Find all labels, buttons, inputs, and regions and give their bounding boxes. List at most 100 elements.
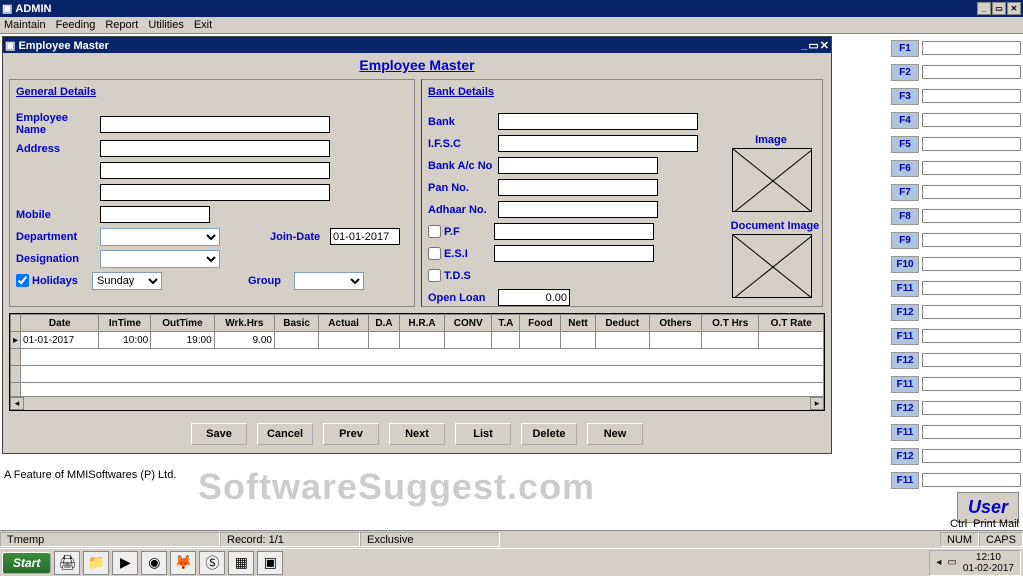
join-date-input[interactable]	[330, 228, 400, 245]
fkey-row[interactable]: F11	[891, 325, 1021, 347]
next-button[interactable]: Next	[389, 423, 445, 445]
grid-header[interactable]: Wrk.Hrs	[214, 315, 274, 332]
grid-cell[interactable]	[520, 332, 561, 349]
fkey-row[interactable]: F11	[891, 373, 1021, 395]
grid-cell[interactable]	[368, 332, 399, 349]
save-button[interactable]: Save	[191, 423, 247, 445]
fkey-row[interactable]: F1	[891, 37, 1021, 59]
grid-header[interactable]: Date	[21, 315, 99, 332]
fkey-row[interactable]: F12	[891, 397, 1021, 419]
prev-button[interactable]: Prev	[323, 423, 379, 445]
pf-checkbox[interactable]	[428, 225, 441, 238]
list-button[interactable]: List	[455, 423, 511, 445]
taskbar-icon-skype[interactable]: Ⓢ	[199, 551, 225, 575]
grid-header[interactable]: H.R.A	[399, 315, 444, 332]
grid-cell[interactable]	[319, 332, 369, 349]
fkey-row[interactable]: F8	[891, 205, 1021, 227]
grid-cell[interactable]	[561, 332, 595, 349]
designation-select[interactable]	[100, 250, 220, 268]
grid-cell[interactable]	[595, 332, 649, 349]
fkey-row[interactable]: F4	[891, 109, 1021, 131]
scroll-left-icon[interactable]: ◂	[10, 397, 24, 410]
taskbar-icon-terminal[interactable]: ▶	[112, 551, 138, 575]
bank-ac-input[interactable]	[498, 157, 658, 174]
pan-input[interactable]	[498, 179, 658, 196]
grid-scrollbar[interactable]: ◂ ▸	[10, 396, 824, 410]
maximize-button[interactable]: ▭	[992, 2, 1006, 15]
grid-header[interactable]: O.T Rate	[759, 315, 824, 332]
grid-cell[interactable]	[492, 332, 520, 349]
scroll-right-icon[interactable]: ▸	[810, 397, 824, 410]
grid-header[interactable]: Basic	[274, 315, 318, 332]
child-close-button[interactable]: ✕	[820, 39, 829, 52]
fkey-row[interactable]: F3	[891, 85, 1021, 107]
fkey-row[interactable]: F12	[891, 445, 1021, 467]
print-mail[interactable]: Print Mail	[973, 518, 1019, 530]
fkey-row[interactable]: F11	[891, 277, 1021, 299]
taskbar-icon-app1[interactable]: ▦	[228, 551, 254, 575]
attendance-grid[interactable]: DateInTimeOutTimeWrk.HrsBasicActualD.AH.…	[9, 313, 825, 411]
tds-checkbox[interactable]	[428, 269, 441, 282]
fkey-row[interactable]: F7	[891, 181, 1021, 203]
taskbar-icon-folder[interactable]: 📁	[83, 551, 109, 575]
delete-button[interactable]: Delete	[521, 423, 577, 445]
new-button[interactable]: New	[587, 423, 643, 445]
menu-feeding[interactable]: Feeding	[56, 19, 96, 31]
grid-cell[interactable]	[759, 332, 824, 349]
taskbar-icon-app2[interactable]: ▣	[257, 551, 283, 575]
esi-input[interactable]	[494, 245, 654, 262]
fkey-row[interactable]: F11	[891, 469, 1021, 491]
cancel-button[interactable]: Cancel	[257, 423, 313, 445]
grid-header[interactable]: Actual	[319, 315, 369, 332]
department-select[interactable]	[100, 228, 220, 246]
grid-cell[interactable]: 10:00	[99, 332, 151, 349]
group-select[interactable]	[294, 272, 364, 290]
mobile-input[interactable]	[100, 206, 210, 223]
menu-report[interactable]: Report	[105, 19, 138, 31]
grid-cell[interactable]: 19:00	[151, 332, 214, 349]
adhaar-input[interactable]	[498, 201, 658, 218]
system-tray[interactable]: ◂ ▭ 12:10 01-02-2017	[929, 550, 1021, 576]
fkey-row[interactable]: F11	[891, 421, 1021, 443]
grid-header[interactable]: OutTime	[151, 315, 214, 332]
doc-image-box[interactable]	[732, 234, 812, 298]
grid-header[interactable]: Nett	[561, 315, 595, 332]
taskbar-icon-printer[interactable]: 🖨	[54, 551, 80, 575]
fkey-row[interactable]: F9	[891, 229, 1021, 251]
grid-cell[interactable]	[649, 332, 701, 349]
taskbar-icon-chrome[interactable]: ◉	[141, 551, 167, 575]
bank-input[interactable]	[498, 113, 698, 130]
grid-cell[interactable]	[445, 332, 492, 349]
address-input-3[interactable]	[100, 184, 330, 201]
image-box[interactable]	[732, 148, 812, 212]
fkey-row[interactable]: F12	[891, 301, 1021, 323]
grid-header[interactable]: Food	[520, 315, 561, 332]
start-button[interactable]: Start	[2, 552, 51, 574]
open-loan-input[interactable]	[498, 289, 570, 306]
address-input-1[interactable]	[100, 140, 330, 157]
ifsc-input[interactable]	[498, 135, 698, 152]
grid-header[interactable]: Others	[649, 315, 701, 332]
fkey-row[interactable]: F2	[891, 61, 1021, 83]
fkey-row[interactable]: F6	[891, 157, 1021, 179]
grid-header[interactable]: D.A	[368, 315, 399, 332]
minimize-button[interactable]: _	[977, 2, 991, 15]
close-button[interactable]: ✕	[1007, 2, 1021, 15]
grid-cell[interactable]: 9.00	[214, 332, 274, 349]
menu-maintain[interactable]: Maintain	[4, 19, 46, 31]
menu-utilities[interactable]: Utilities	[148, 19, 183, 31]
pf-input[interactable]	[494, 223, 654, 240]
grid-cell[interactable]	[399, 332, 444, 349]
address-input-2[interactable]	[100, 162, 330, 179]
fkey-row[interactable]: F5	[891, 133, 1021, 155]
grid-header[interactable]: InTime	[99, 315, 151, 332]
grid-header[interactable]: T.A	[492, 315, 520, 332]
holidays-checkbox[interactable]	[16, 274, 29, 287]
grid-cell[interactable]: 01-01-2017	[21, 332, 99, 349]
grid-cell[interactable]	[274, 332, 318, 349]
esi-checkbox[interactable]	[428, 247, 441, 260]
taskbar-icon-fox[interactable]: 🦊	[170, 551, 196, 575]
employee-name-input[interactable]	[100, 116, 330, 133]
fkey-row[interactable]: F12	[891, 349, 1021, 371]
fkey-row[interactable]: F10	[891, 253, 1021, 275]
